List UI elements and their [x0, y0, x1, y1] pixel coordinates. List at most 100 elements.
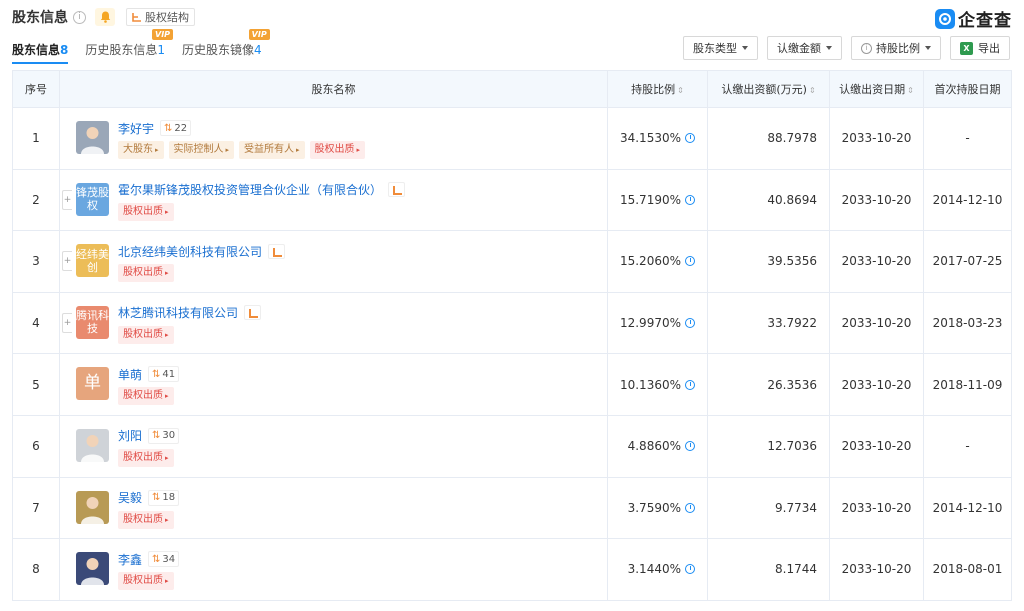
- shareholder-tags: 股权出质 ▸: [118, 387, 601, 406]
- expand-icon[interactable]: +: [62, 189, 72, 210]
- avatar[interactable]: [76, 552, 109, 586]
- shareholder-tag[interactable]: 股权出质 ▸: [118, 572, 174, 591]
- pie-chart-icon[interactable]: [685, 256, 695, 267]
- cell-date: 2033-10-20: [829, 107, 924, 170]
- pie-chart-icon[interactable]: [685, 441, 695, 452]
- table-row: 2 + 锋茂股权 霍尔果斯锋茂股权投资管理合伙企业（有限合伙） 股权出质 ▸ 15.7190…: [12, 168, 1012, 232]
- pie-chart-icon[interactable]: [685, 133, 695, 144]
- shareholder-tag[interactable]: 股权出质 ▸: [118, 202, 174, 221]
- shareholder-name-link[interactable]: 单萌: [118, 366, 142, 383]
- shareholder-name-link[interactable]: 刘阳: [118, 427, 142, 444]
- expand-icon[interactable]: +: [62, 251, 72, 272]
- tab-label: 股东信息: [12, 43, 61, 57]
- shareholder-type-dropdown[interactable]: 股东类型: [683, 36, 758, 60]
- shareholder-info: 北京经纬美创科技有限公司 股权出质 ▸: [118, 242, 601, 283]
- shareholder-tag[interactable]: 股权出质 ▸: [118, 387, 174, 406]
- shareholder-tag[interactable]: 实际控制人 ▸: [168, 141, 235, 159]
- arrow-right-icon: ▸: [165, 453, 169, 462]
- shareholder-name-link[interactable]: 霍尔果斯锋茂股权投资管理合伙企业（有限合伙）: [118, 181, 382, 198]
- avatar[interactable]: [76, 121, 109, 154]
- shareholder-name-line: 李鑫 ⇅ 34: [118, 550, 601, 568]
- structure-icon[interactable]: [268, 243, 286, 259]
- avatar[interactable]: 单: [76, 367, 109, 401]
- ratio-value: 15.7190%: [619, 192, 681, 207]
- avatar[interactable]: 腾讯科技: [76, 305, 109, 339]
- tab-history-mirror[interactable]: 历史股东镜像4 VIP: [182, 29, 270, 60]
- related-count: 18: [162, 492, 176, 504]
- shareholder-name-link[interactable]: 北京经纬美创科技有限公司: [118, 243, 262, 260]
- person-photo-icon: [81, 496, 104, 524]
- cell-capital: 40.8694: [707, 168, 830, 232]
- col-header-ratio[interactable]: 持股比例 ⇕: [607, 70, 708, 108]
- arrow-right-icon: ▸: [155, 146, 159, 154]
- tab-shareholders[interactable]: 股东信息8: [12, 40, 69, 64]
- export-button[interactable]: X 导出: [950, 36, 1010, 60]
- bell-icon[interactable]: [95, 8, 115, 26]
- shareholder-name-link[interactable]: 李好宇: [118, 120, 154, 137]
- pie-chart-icon[interactable]: [685, 318, 695, 329]
- shareholder-tag[interactable]: 股权出质 ▸: [118, 325, 174, 344]
- cell-first-date: 2014-12-10: [923, 476, 1012, 540]
- tag-label: 股权出质: [123, 205, 163, 217]
- shareholder-name-link[interactable]: 李鑫: [118, 551, 142, 568]
- shareholder-info: 李好宇 ⇅ 22 大股东 ▸ 实际控制人 ▸ 受益所有人 ▸ 股权出质 ▸: [118, 119, 601, 159]
- cell-capital: 88.7978: [707, 107, 830, 170]
- table-row: 1 李好宇 ⇅ 22 大股东 ▸ 实际控制人 ▸ 受益所有人 ▸ 股权出质 ▸ 34.1530% 88.7…: [12, 107, 1012, 170]
- shareholder-tag[interactable]: 股权出质 ▸: [118, 510, 174, 529]
- shareholder-name-link[interactable]: 吴毅: [118, 489, 142, 506]
- shareholder-tag[interactable]: 股权出质 ▸: [118, 448, 174, 467]
- shareholder-tag[interactable]: 受益所有人 ▸: [239, 141, 305, 159]
- ratio-value: 15.2060%: [619, 254, 681, 269]
- equity-structure-button[interactable]: 股权结构: [126, 8, 195, 26]
- pie-chart-icon[interactable]: [685, 564, 695, 575]
- pie-chart-icon[interactable]: [685, 379, 695, 390]
- pie-chart-icon[interactable]: [685, 502, 695, 513]
- avatar[interactable]: 锋茂股权: [76, 182, 109, 216]
- table-row: 8 李鑫 ⇅ 34 股权出质 ▸ 3.1440% 8.1744 2033-10-20 2018-0…: [12, 538, 1012, 601]
- cell-name: 李好宇 ⇅ 22 大股东 ▸ 实际控制人 ▸ 受益所有人 ▸ 股权出质 ▸: [59, 107, 608, 170]
- structure-icon[interactable]: [388, 182, 406, 198]
- related-count-badge[interactable]: ⇅ 22: [160, 120, 192, 136]
- structure-icon[interactable]: [244, 305, 262, 321]
- subscribed-amount-dropdown[interactable]: 认缴金额: [767, 36, 842, 60]
- cell-capital: 8.1744: [707, 538, 830, 601]
- person-photo-icon: [81, 558, 104, 586]
- arrow-right-icon: ▸: [165, 269, 169, 278]
- cell-ratio: 12.9970%: [607, 291, 708, 355]
- col-header-label: 认缴出资额(万元): [721, 83, 807, 96]
- ratio-value: 10.1360%: [619, 377, 681, 392]
- col-header-name: 股东名称: [59, 70, 608, 108]
- shareholder-tag[interactable]: 大股东 ▸: [118, 141, 164, 159]
- pie-chart-icon[interactable]: [685, 194, 695, 205]
- related-count-badge[interactable]: ⇅ 18: [148, 489, 180, 506]
- shareholder-tag[interactable]: 股权出质 ▸: [309, 141, 366, 159]
- expand-icon[interactable]: +: [62, 312, 72, 333]
- col-header-label: 认缴出资日期: [839, 83, 906, 96]
- col-header-date[interactable]: 认缴出资日期 ⇕: [829, 70, 924, 108]
- avatar[interactable]: [76, 490, 109, 524]
- shareholder-tags: 股权出质 ▸: [118, 325, 601, 344]
- tag-label: 股权出质: [123, 575, 163, 587]
- col-header-capital[interactable]: 认缴出资额(万元) ⇕: [707, 70, 830, 108]
- avatar[interactable]: [76, 428, 109, 462]
- tag-label: 股权出质: [123, 328, 163, 340]
- avatar[interactable]: 经纬美创: [76, 244, 109, 278]
- sort-icon: ⇕: [907, 86, 914, 95]
- share-ratio-dropdown[interactable]: i 持股比例: [851, 36, 941, 60]
- sort-icon: ⇕: [808, 86, 816, 95]
- info-icon[interactable]: i: [73, 10, 86, 24]
- shareholder-tags: 大股东 ▸ 实际控制人 ▸ 受益所有人 ▸ 股权出质 ▸: [118, 141, 601, 159]
- person-photo-icon: [81, 127, 104, 154]
- cell-idx: 1: [12, 107, 60, 170]
- tab-history-shareholders[interactable]: 历史股东信息1 VIP: [85, 29, 174, 60]
- shareholder-name-link[interactable]: 林芝腾讯科技有限公司: [118, 304, 238, 321]
- related-count-badge[interactable]: ⇅ 41: [148, 366, 180, 383]
- cell-ratio: 34.1530%: [607, 107, 708, 170]
- shareholder-tag[interactable]: 股权出质 ▸: [118, 264, 174, 283]
- cell-idx: 6: [12, 414, 60, 478]
- dropdown-label: 股东类型: [693, 42, 737, 55]
- cell-date: 2033-10-20: [829, 476, 924, 540]
- related-count-badge[interactable]: ⇅ 30: [148, 427, 180, 444]
- filter-bar: 股东类型 认缴金额 i 持股比例 X 导出: [674, 36, 1010, 60]
- related-count-badge[interactable]: ⇅ 34: [148, 551, 180, 568]
